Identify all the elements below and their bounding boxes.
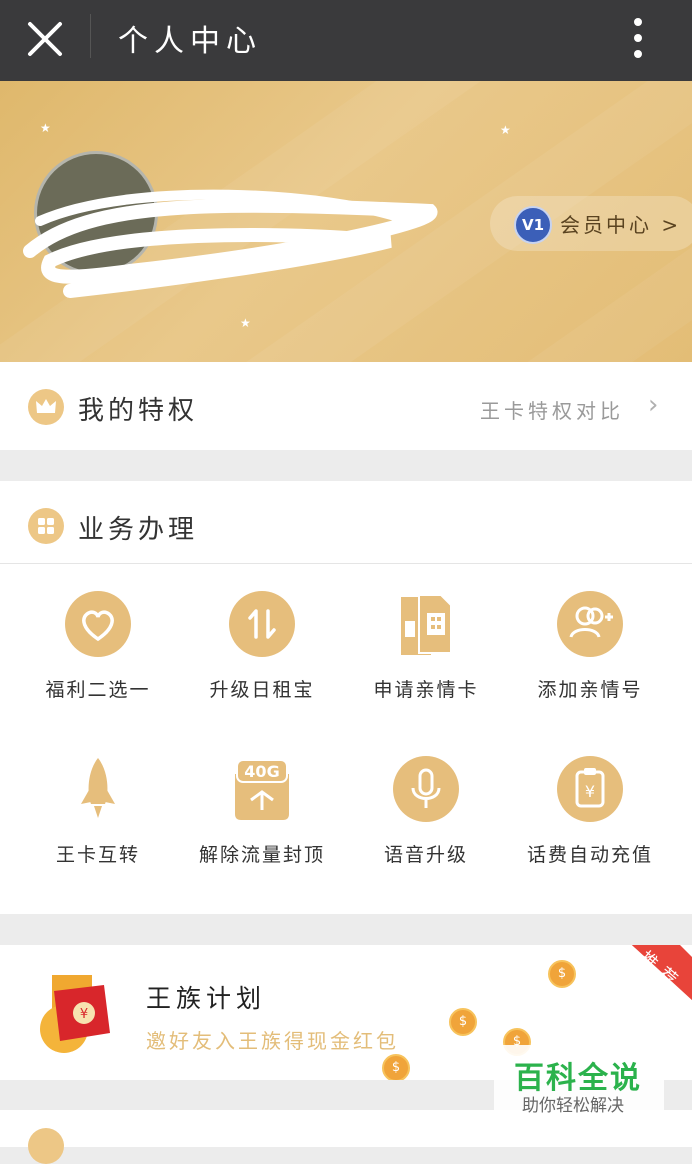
watermark-subtitle: 助你轻松解决 — [522, 1096, 624, 1116]
service-label: 话费自动充值 — [526, 844, 653, 866]
service-label: 升级日租宝 — [209, 679, 315, 701]
service-label: 解除流量封顶 — [198, 844, 325, 866]
business-section: 业务办理 福利二选一 升级日租宝 申请亲情卡 添加亲情号 王卡互转 40G 解除… — [0, 481, 692, 914]
svg-text:¥: ¥ — [585, 782, 595, 801]
coin-icon: $ — [548, 960, 576, 988]
svg-text:¥: ¥ — [80, 1007, 88, 1022]
service-add-family-number[interactable]: 添加亲情号 — [508, 591, 672, 721]
sparkle-icon: ★ — [240, 316, 251, 330]
service-voice-upgrade[interactable]: 语音升级 — [344, 756, 508, 886]
page-title: 个人中心 — [118, 24, 262, 59]
title-divider — [90, 14, 91, 58]
member-center-label: 会员中心 > — [560, 213, 682, 237]
service-auto-recharge[interactable]: ¥ 话费自动充值 — [508, 756, 672, 886]
sparkle-icon: ★ — [40, 121, 51, 135]
add-contact-icon — [557, 591, 623, 657]
coin-icon: $ — [382, 1054, 410, 1080]
business-label: 业务办理 — [78, 515, 199, 545]
divider — [0, 563, 692, 564]
close-icon[interactable] — [24, 18, 66, 60]
service-king-card-transfer[interactable]: 王卡互转 — [16, 756, 180, 886]
service-label: 添加亲情号 — [537, 679, 643, 701]
service-welfare-choice[interactable]: 福利二选一 — [16, 591, 180, 721]
rocket-icon — [65, 756, 131, 822]
redaction-scribble — [23, 189, 438, 298]
sparkle-icon: ★ — [500, 123, 511, 137]
service-label: 福利二选一 — [45, 679, 151, 701]
crown-icon — [28, 389, 64, 425]
data-40g-icon: 40G — [229, 756, 295, 822]
plan-title: 王族计划 — [146, 984, 267, 1013]
privilege-compare-link[interactable]: 王卡特权对比 — [480, 395, 624, 424]
svg-text:40G: 40G — [244, 762, 279, 781]
service-label: 王卡互转 — [55, 844, 140, 866]
service-upgrade-daily-rental[interactable]: 升级日租宝 — [180, 591, 344, 721]
member-center-button[interactable]: V1 会员中心 > — [490, 196, 692, 251]
service-label: 语音升级 — [383, 844, 468, 866]
red-envelope-icon: ¥ — [40, 975, 110, 1053]
chevron-right-icon: › — [648, 390, 659, 420]
service-remove-data-cap[interactable]: 40G 解除流量封顶 — [180, 756, 344, 886]
top-bar: 个人中心 — [0, 0, 692, 81]
sim-card-icon — [393, 591, 459, 657]
microphone-icon — [393, 756, 459, 822]
profile-banner: ★ ★ ★ V1 会员中心 > — [0, 81, 692, 362]
plan-subtitle: 邀好友入王族得现金红包 — [146, 1029, 399, 1053]
heart-icon — [65, 591, 131, 657]
grid-icon — [28, 508, 64, 544]
service-label: 申请亲情卡 — [373, 679, 479, 701]
auto-recharge-icon: ¥ — [557, 756, 623, 822]
level-badge: V1 — [514, 206, 552, 244]
more-options-icon[interactable] — [626, 16, 650, 60]
watermark: 百科全说 助你轻松解决 — [494, 1045, 664, 1125]
service-family-card[interactable]: 申请亲情卡 — [344, 591, 508, 721]
my-privileges-label: 我的特权 — [78, 396, 199, 426]
coin-icon: $ — [449, 1008, 477, 1036]
section-icon — [28, 1128, 64, 1164]
my-privileges-row[interactable]: 我的特权 王卡特权对比 › — [0, 362, 692, 450]
up-down-arrows-icon — [229, 591, 295, 657]
